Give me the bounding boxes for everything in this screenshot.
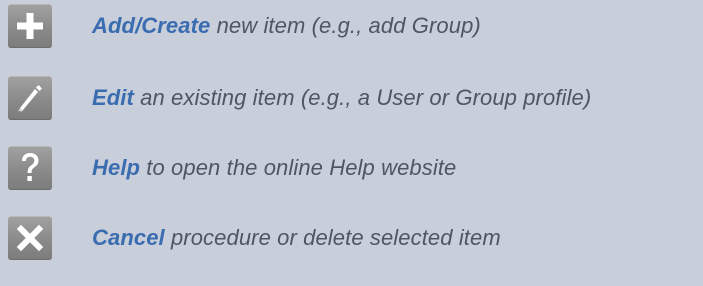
icon-legend: Add/Create new item (e.g., add Group) Ed…	[0, 0, 703, 286]
edit-text: an existing item (e.g., a User or Group …	[133, 85, 592, 110]
add-text: new item (e.g., add Group)	[210, 13, 481, 38]
edit-keyword: Edit	[92, 85, 134, 110]
add-button[interactable]	[8, 4, 52, 48]
edit-button[interactable]	[8, 76, 52, 120]
help-text: to open the online Help website	[140, 155, 457, 180]
help-description: Help to open the online Help website	[92, 155, 456, 181]
cancel-keyword: Cancel	[92, 225, 165, 250]
legend-row-help: Help to open the online Help website	[8, 146, 456, 190]
pencil-icon	[18, 85, 42, 112]
close-icon	[16, 224, 44, 252]
add-keyword: Add/Create	[92, 13, 211, 38]
legend-row-add: Add/Create new item (e.g., add Group)	[8, 4, 481, 48]
help-button[interactable]	[8, 146, 52, 190]
add-description: Add/Create new item (e.g., add Group)	[92, 13, 481, 39]
edit-description: Edit an existing item (e.g., a User or G…	[92, 85, 591, 111]
question-mark-icon	[22, 153, 39, 181]
cancel-description: Cancel procedure or delete selected item	[92, 225, 501, 251]
cancel-text: procedure or delete selected item	[164, 225, 501, 250]
help-keyword: Help	[92, 155, 141, 180]
cancel-button[interactable]	[8, 216, 52, 260]
legend-row-cancel: Cancel procedure or delete selected item	[8, 216, 501, 260]
legend-row-edit: Edit an existing item (e.g., a User or G…	[8, 76, 591, 120]
plus-icon	[17, 13, 43, 39]
